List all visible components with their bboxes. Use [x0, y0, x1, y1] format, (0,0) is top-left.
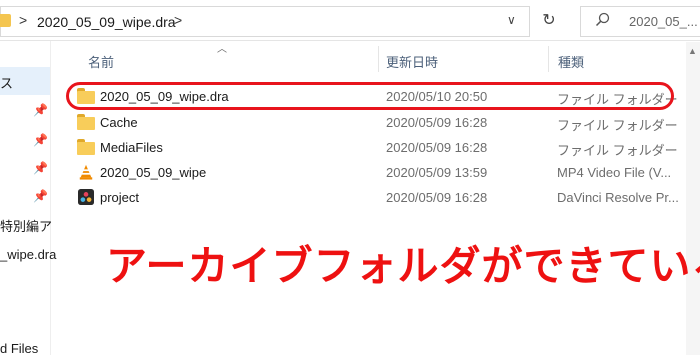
- column-header-label: 種類: [558, 55, 585, 70]
- pin-icon: 📌: [33, 133, 48, 147]
- folder-icon: [77, 139, 95, 155]
- scroll-up-icon[interactable]: ▲: [688, 46, 697, 56]
- search-icon: [595, 12, 610, 27]
- davinci-resolve-icon: [78, 189, 94, 205]
- file-name: 2020_05_09_wipe: [100, 165, 207, 180]
- nav-item-folder[interactable]: _wipe.dra: [0, 247, 56, 262]
- highlight-outline: [66, 82, 674, 110]
- file-row[interactable]: 2020_05_09_wipe 2020/05/09 13:59 MP4 Vid…: [70, 160, 680, 185]
- address-dropdown-icon[interactable]: ∨: [507, 13, 516, 27]
- column-divider[interactable]: [378, 46, 379, 72]
- file-row[interactable]: Cache 2020/05/09 16:28 ファイル フォルダー: [70, 110, 680, 135]
- vertical-scrollbar[interactable]: ▲: [686, 42, 700, 355]
- pin-icon: 📌: [33, 189, 48, 203]
- file-type: ファイル フォルダー: [557, 118, 678, 133]
- column-divider[interactable]: [548, 46, 549, 72]
- breadcrumb-current-folder[interactable]: 2020_05_09_wipe.dra: [37, 14, 176, 30]
- file-date: 2020/05/09 16:28: [386, 115, 488, 130]
- nav-item-folder[interactable]: 特別編ア: [0, 216, 52, 235]
- nav-item-folder[interactable]: d Files: [0, 341, 38, 356]
- address-toolbar: > 2020_05_09_wipe.dra > ∨ ↻ 2020_05_...: [0, 0, 700, 41]
- folder-icon: [0, 14, 11, 27]
- annotation-caption: アーカイブフォルダができている: [106, 242, 700, 290]
- file-date: 2020/05/09 16:28: [386, 190, 488, 205]
- breadcrumb-separator[interactable]: >: [19, 12, 27, 28]
- file-date: 2020/05/09 16:28: [386, 140, 488, 155]
- search-input[interactable]: 2020_05_...: [580, 6, 700, 37]
- file-name: Cache: [100, 115, 138, 130]
- file-type: ファイル フォルダー: [557, 143, 678, 158]
- file-name: MediaFiles: [100, 140, 163, 155]
- column-header-date[interactable]: 更新日時: [380, 42, 548, 72]
- search-placeholder: 2020_05_...: [629, 14, 698, 29]
- pin-icon: 📌: [33, 161, 48, 175]
- file-type: DaVinci Resolve Pr...: [557, 190, 679, 205]
- breadcrumb-separator[interactable]: >: [174, 12, 182, 28]
- folder-icon: [77, 114, 95, 130]
- navigation-pane: ス 📌 📌 📌 📌 特別編ア _wipe.dra d Files: [0, 41, 56, 356]
- file-row[interactable]: project 2020/05/09 16:28 DaVinci Resolve…: [70, 185, 680, 210]
- refresh-icon[interactable]: ↻: [536, 6, 562, 35]
- file-row[interactable]: MediaFiles 2020/05/09 16:28 ファイル フォルダー: [70, 135, 680, 160]
- column-header-type[interactable]: 種類: [550, 42, 680, 72]
- vlc-cone-icon: [79, 164, 93, 180]
- file-type: MP4 Video File (V...: [557, 165, 672, 180]
- nav-item-quick-access[interactable]: ス: [0, 73, 13, 92]
- file-date: 2020/05/09 13:59: [386, 165, 488, 180]
- file-name: project: [100, 190, 140, 205]
- column-header-name[interactable]: 名前: [78, 42, 378, 72]
- address-bar[interactable]: > 2020_05_09_wipe.dra > ∨: [0, 6, 530, 37]
- column-header-label: 名前: [88, 55, 115, 70]
- pin-icon: 📌: [33, 103, 48, 117]
- column-header-label: 更新日時: [386, 55, 439, 70]
